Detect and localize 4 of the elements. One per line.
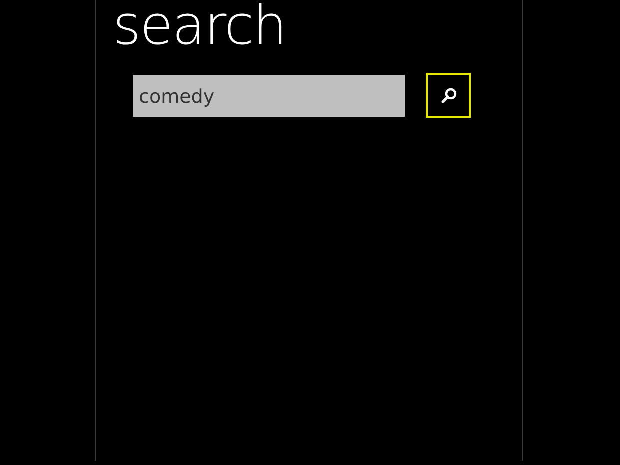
search-field[interactable]: comedy	[133, 74, 405, 116]
page-title: search	[113, 0, 288, 56]
search-button[interactable]	[426, 73, 471, 118]
search-icon	[440, 86, 458, 104]
